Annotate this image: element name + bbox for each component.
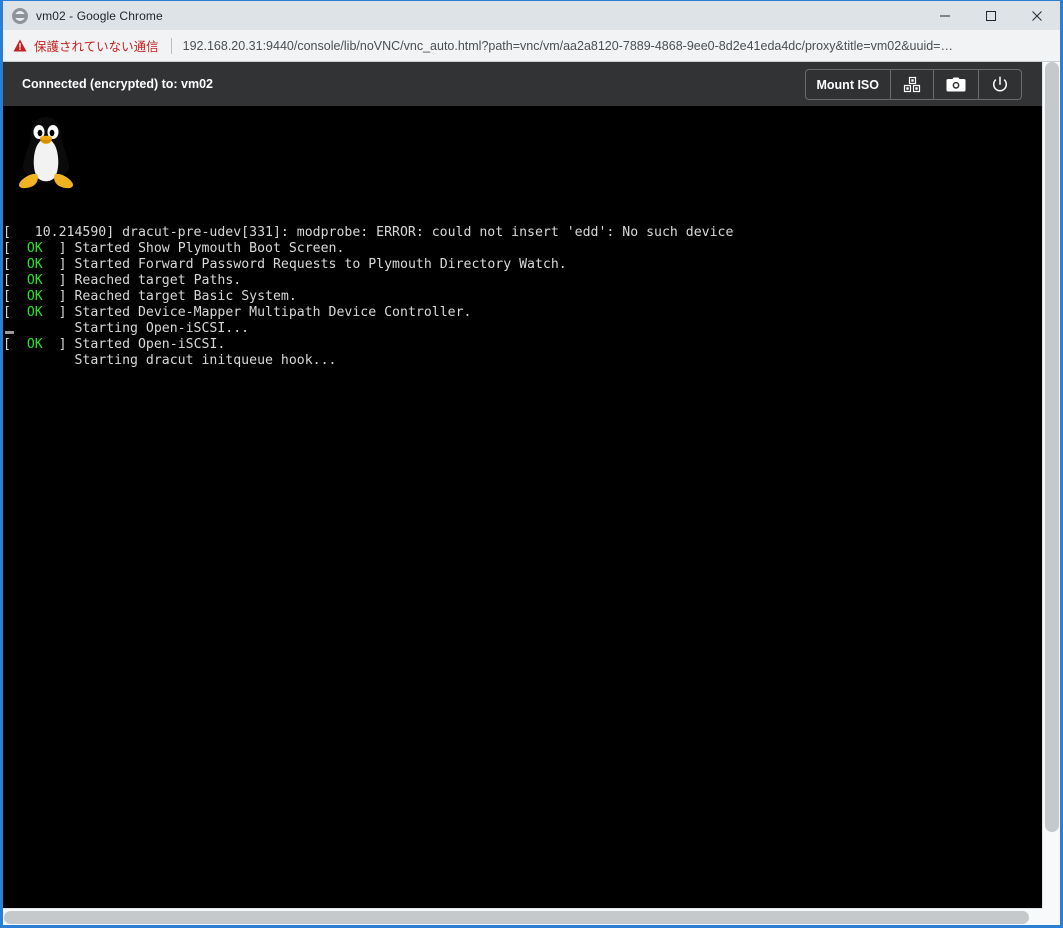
console-line: [ OK ] Started Open-iSCSI. <box>3 337 226 352</box>
security-status-label: 保護されていない通信 <box>34 40 159 54</box>
close-button[interactable] <box>1014 1 1060 30</box>
console-line: [ OK ] Started Show Plymouth Boot Screen… <box>3 241 345 256</box>
page-viewport: Connected (encrypted) to: vm02 Mount ISO <box>3 62 1060 925</box>
console-line: Starting dracut initqueue hook... <box>3 353 337 368</box>
tux-linux-penguin-logo <box>19 117 73 191</box>
console-cursor <box>5 331 14 334</box>
mount-iso-button[interactable]: Mount ISO <box>806 70 891 99</box>
horizontal-scrollbar-thumb[interactable] <box>4 911 1029 924</box>
power-icon[interactable] <box>979 70 1021 99</box>
minimize-button[interactable] <box>922 1 968 30</box>
keyboard-keys-icon[interactable] <box>891 70 934 99</box>
console-line: [ OK ] Started Forward Password Requests… <box>3 257 567 272</box>
console-line: Starting Open-iSCSI... <box>74 321 250 336</box>
vnc-console-screen[interactable]: [ 10.214590] dracut-pre-udev[331]: modpr… <box>3 106 1045 925</box>
vnc-toolbar: Mount ISO <box>804 69 1022 100</box>
chrome-browser-window: vm02 - Google Chrome 保護されていない通信 192.168.… <box>0 0 1063 928</box>
horizontal-scrollbar[interactable] <box>3 908 1042 925</box>
warning-triangle-icon[interactable] <box>13 39 27 52</box>
console-line: [ 10.214590] dracut-pre-udev[331]: modpr… <box>3 225 734 240</box>
camera-icon[interactable] <box>934 70 979 99</box>
globe-icon <box>12 7 28 24</box>
console-line: [ OK ] Reached target Basic System. <box>3 289 297 304</box>
maximize-button[interactable] <box>968 1 1014 30</box>
address-bar[interactable]: 保護されていない通信 192.168.20.31:9440/console/li… <box>3 30 1060 62</box>
window-titlebar: vm02 - Google Chrome <box>3 1 1060 30</box>
vnc-header-bar: Connected (encrypted) to: vm02 Mount ISO <box>3 62 1045 106</box>
address-bar-divider <box>170 37 172 54</box>
console-output: [ 10.214590] dracut-pre-udev[331]: modpr… <box>3 225 733 369</box>
vertical-scrollbar-thumb[interactable] <box>1045 62 1059 832</box>
vnc-connection-status: Connected (encrypted) to: vm02 <box>22 77 214 91</box>
console-line: [ OK ] Reached target Paths. <box>3 273 242 288</box>
scrollbar-corner <box>1042 908 1060 925</box>
vertical-scrollbar[interactable] <box>1042 62 1060 908</box>
url-text[interactable]: 192.168.20.31:9440/console/lib/noVNC/vnc… <box>183 39 953 53</box>
window-controls <box>922 1 1060 30</box>
console-line: [ OK ] Started Device-Mapper Multipath D… <box>3 305 472 320</box>
window-title: vm02 - Google Chrome <box>36 8 163 23</box>
